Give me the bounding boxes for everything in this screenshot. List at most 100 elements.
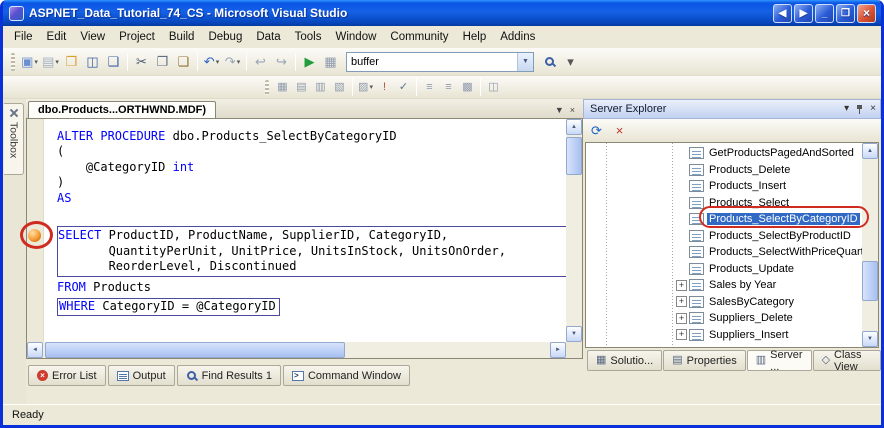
scroll-up-icon[interactable]: ▲ [566, 119, 582, 135]
expander-icon[interactable]: + [676, 280, 687, 291]
tree-item-products-update[interactable]: Products_Update [586, 261, 862, 278]
solution-explorer-button[interactable]: ▦ [320, 51, 341, 72]
code-line[interactable]: SELECT ProductID, ProductName, SupplierI… [58, 228, 566, 243]
tree-item-products-delete[interactable]: Products_Delete [586, 162, 862, 179]
stop-refresh-button[interactable]: × [609, 121, 630, 140]
close-document-icon[interactable]: × [570, 105, 575, 115]
code-line[interactable]: ALTER PROCEDURE dbo.Products_SelectByCat… [57, 129, 566, 144]
show-sql-pane-button[interactable]: ▥ [311, 78, 330, 96]
tree-item-products-selectbyproductid[interactable]: Products_SelectByProductID [586, 228, 862, 245]
start-debug-button[interactable]: ▶ [299, 51, 320, 72]
show-criteria-pane-button[interactable]: ▤ [292, 78, 311, 96]
sort-ascending-button[interactable]: ≡ [420, 78, 439, 96]
expander-icon[interactable]: + [676, 313, 687, 324]
menu-debug[interactable]: Debug [201, 28, 249, 46]
code-line[interactable]: ) [57, 175, 566, 190]
editor-vertical-scrollbar[interactable]: ▲ ▼ [566, 119, 582, 342]
menu-data[interactable]: Data [249, 28, 287, 46]
tree-scroll-up-icon[interactable]: ▲ [862, 143, 878, 159]
code-line[interactable]: QuantityPerUnit, UnitPrice, UnitsInStock… [58, 244, 566, 259]
redo-button[interactable]: ↷▾ [222, 51, 243, 72]
tab-error-list[interactable]: ×Error List [28, 365, 106, 386]
code-line[interactable]: @CategoryID int [57, 160, 566, 175]
window-position-icon[interactable]: ▾ [844, 104, 849, 114]
menu-build[interactable]: Build [162, 28, 202, 46]
find-in-files-button[interactable] [539, 51, 560, 72]
combo-dropdown-icon[interactable]: ▼ [517, 53, 533, 71]
auto-hide-pin-icon[interactable] [855, 104, 864, 115]
change-query-type-button[interactable]: ▨▾ [356, 78, 375, 96]
tab-command-window[interactable]: >Command Window [283, 365, 410, 386]
toolbox-tab[interactable]: Toolbox [4, 103, 24, 175]
tab-output[interactable]: Output [108, 365, 175, 386]
find-combo[interactable]: buffer▼ [346, 52, 534, 72]
horizontal-scroll-thumb[interactable] [45, 342, 345, 358]
close-panel-icon[interactable]: × [870, 104, 876, 114]
document-tab[interactable]: dbo.Products...ORTHWND.MDF) [28, 101, 216, 118]
toolbar-grip[interactable] [11, 53, 15, 71]
tree-scroll-down-icon[interactable]: ▼ [862, 331, 878, 347]
code-line[interactable]: WHERE CategoryID = @CategoryID [59, 299, 276, 314]
tree-item-salesbycategory[interactable]: +SalesByCategory [586, 294, 862, 311]
menu-window[interactable]: Window [329, 28, 384, 46]
undo-button[interactable]: ↶▾ [201, 51, 222, 72]
menu-file[interactable]: File [7, 28, 40, 46]
tree-item-sales-by-year[interactable]: +Sales by Year [586, 277, 862, 294]
paste-button[interactable]: ❏ [173, 51, 194, 72]
add-item-button[interactable]: ▤▾ [40, 51, 61, 72]
code-line[interactable]: FROM Products [57, 280, 566, 295]
editor-horizontal-scrollbar[interactable]: ◄ ► [27, 342, 566, 358]
expander-icon[interactable]: + [676, 329, 687, 340]
new-project-button[interactable]: ▣▾ [19, 51, 40, 72]
menu-project[interactable]: Project [112, 28, 162, 46]
tab-find-results-1[interactable]: Find Results 1 [177, 365, 281, 386]
tree-scrollbar[interactable]: ▲ ▼ [862, 143, 878, 347]
sort-descending-button[interactable]: ≡ [439, 78, 458, 96]
tree-item-getproductspagedandsorted[interactable]: GetProductsPagedAndSorted [586, 145, 862, 162]
navigate-forward-button[interactable]: ↪ [271, 51, 292, 72]
tab-server[interactable]: ▥Server ... [747, 350, 812, 371]
tab-properties[interactable]: ▤Properties [663, 350, 746, 371]
save-all-button[interactable]: ❑ [103, 51, 124, 72]
tab-solutio[interactable]: ▦Solutio... [587, 350, 662, 371]
save-button[interactable]: ◫ [82, 51, 103, 72]
menu-help[interactable]: Help [456, 28, 494, 46]
menu-community[interactable]: Community [383, 28, 455, 46]
server-explorer-titlebar[interactable]: Server Explorer ▾ × [583, 99, 881, 119]
properties-window-button[interactable]: ◫ [484, 78, 503, 96]
scroll-right-icon[interactable]: ► [550, 342, 566, 358]
tree-scroll-thumb[interactable] [862, 261, 878, 301]
close-button[interactable]: × [857, 4, 876, 23]
toolbar-options-button[interactable]: ▾ [560, 51, 581, 72]
show-diagram-pane-button[interactable]: ▦ [273, 78, 292, 96]
vertical-scroll-thumb[interactable] [566, 137, 582, 175]
nav-forward-button[interactable]: ▶ [794, 4, 813, 23]
tab-class-view[interactable]: ◇Class View [813, 350, 881, 371]
open-file-button[interactable]: ❒ [61, 51, 82, 72]
execute-sql-button[interactable]: ! [375, 78, 394, 96]
scroll-left-icon[interactable]: ◄ [27, 342, 43, 358]
tree-item-products-selectwithpricequartile[interactable]: Products_SelectWithPriceQuartile [586, 244, 862, 261]
code-line[interactable] [57, 206, 566, 221]
copy-button[interactable]: ❐ [152, 51, 173, 72]
verify-sql-button[interactable]: ✓ [394, 78, 413, 96]
code-editor[interactable]: ALTER PROCEDURE dbo.Products_SelectByCat… [26, 118, 583, 359]
title-bar[interactable]: ASPNET_Data_Tutorial_74_CS - Microsoft V… [3, 0, 881, 26]
menu-tools[interactable]: Tools [288, 28, 329, 46]
minimize-button[interactable]: _ [815, 4, 834, 23]
tree-item-products-insert[interactable]: Products_Insert [586, 178, 862, 195]
nav-back-button[interactable]: ◀ [773, 4, 792, 23]
refresh-button[interactable]: ⟳ [586, 121, 607, 140]
menu-view[interactable]: View [73, 28, 112, 46]
toolbar-grip-2[interactable] [265, 80, 269, 95]
maximize-button[interactable]: ❐ [836, 4, 855, 23]
menu-edit[interactable]: Edit [40, 28, 74, 46]
code-line[interactable]: ReorderLevel, Discontinued [58, 259, 566, 274]
tree-item-suppliers-delete[interactable]: +Suppliers_Delete [586, 310, 862, 327]
navigate-back-button[interactable]: ↩ [250, 51, 271, 72]
code-line[interactable]: ( [57, 144, 566, 159]
expander-icon[interactable]: + [676, 296, 687, 307]
code-line[interactable]: AS [57, 191, 566, 206]
cut-button[interactable]: ✂ [131, 51, 152, 72]
show-results-pane-button[interactable]: ▧ [330, 78, 349, 96]
